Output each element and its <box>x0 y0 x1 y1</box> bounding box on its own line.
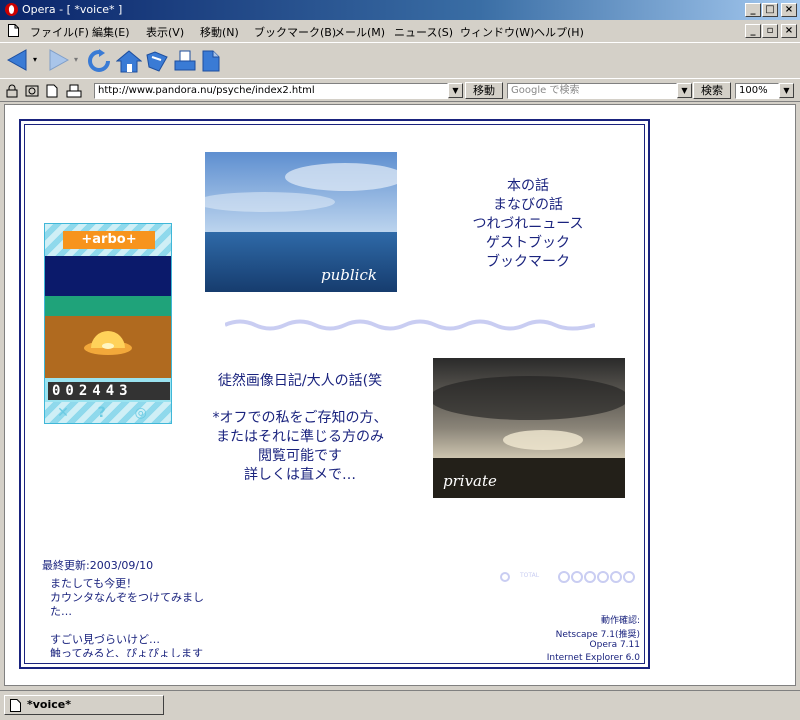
compat-title: 動作確認: <box>600 616 640 626</box>
menu-bookmarks[interactable]: ブックマーク(B) <box>254 24 336 40</box>
menu-bar: ファイル(F) 編集(E) 表示(V) 移動(N) ブックマーク(B) メール(… <box>0 20 800 42</box>
counter-bullet-icon <box>500 572 510 582</box>
diary-note-3: 閲覧可能です <box>258 448 342 464</box>
cookie-icon[interactable] <box>25 84 39 98</box>
counter-grass <box>45 296 171 316</box>
search-input[interactable]: Google で検索 <box>507 83 677 99</box>
page-info-icon[interactable] <box>46 84 58 98</box>
harbot-logo: +arbo+ <box>63 231 155 249</box>
url-input[interactable]: http://www.pandora.nu/psyche/index2.html <box>94 83 448 99</box>
mdi-close-button[interactable]: × <box>781 24 797 38</box>
diary-link[interactable]: 徒然画像日記/大人の話(笑 <box>195 370 405 390</box>
diary-note-2: またはそれに準じる方のみ <box>216 429 384 445</box>
wave-divider <box>225 319 595 331</box>
counter-controls[interactable]: ✕ ? ◎ <box>45 402 171 423</box>
forward-icon[interactable] <box>46 49 70 71</box>
menu-help[interactable]: ヘルプ(H) <box>534 24 584 40</box>
update-log-box[interactable]: 最終更新:2003/09/10 またしても今更！ カウンタなんぞをつけてみまし … <box>42 557 242 657</box>
menu-window[interactable]: ウィンドウ(W) <box>460 24 534 40</box>
search-engine-dropdown-icon[interactable]: ▼ <box>677 83 692 98</box>
tab-document-icon <box>10 699 21 712</box>
page-tab[interactable]: *voice* <box>4 695 164 715</box>
page-frame: +arbo+ 002443 ✕ ? ◎ publick 本の話 まなびの話 つれ… <box>19 119 650 669</box>
maximize-button[interactable]: □ <box>762 3 778 17</box>
compat-browser: Internet Explorer 6.0 <box>546 653 640 663</box>
tab-label: *voice* <box>27 698 71 711</box>
harbot-counter-widget[interactable]: +arbo+ 002443 ✕ ? ◎ <box>44 223 172 424</box>
menu-edit[interactable]: 編集(E) <box>92 24 130 40</box>
forward-dropdown-icon[interactable]: ▾ <box>74 55 78 64</box>
diary-note-1: *オフでの私をご存知の方、 <box>212 410 388 426</box>
diary-note-4: 詳しくは直メで… <box>244 467 356 483</box>
address-bar: http://www.pandora.nu/psyche/index2.html… <box>0 78 800 102</box>
counter-sky <box>45 256 171 296</box>
nav-link-news[interactable]: つれづれニュース <box>463 213 593 233</box>
zoom-dropdown-icon[interactable]: ▼ <box>779 83 794 98</box>
counter-digits: 002443 <box>48 382 170 400</box>
title-bar[interactable]: Opera - [ *voice* ] _ □ × <box>0 0 800 20</box>
compat-browser: Netscape 7.1(推奨) <box>555 630 640 640</box>
update-line: カウンタなんぞをつけてみまし <box>50 591 204 604</box>
public-caption: publick <box>321 266 377 284</box>
private-photo[interactable]: private <box>433 358 625 498</box>
home-icon[interactable] <box>116 49 142 73</box>
hotlist-icon[interactable] <box>145 49 169 73</box>
harbot-character-icon[interactable] <box>83 324 133 356</box>
compat-browser: Opera 7.11 <box>589 640 640 650</box>
reload-icon[interactable] <box>86 49 112 73</box>
nav-link-guestbook[interactable]: ゲストブック <box>463 232 593 252</box>
total-label: TOTAL <box>520 572 540 579</box>
url-dropdown-icon[interactable]: ▼ <box>448 83 463 98</box>
close-button[interactable]: × <box>781 3 797 17</box>
nav-link-books[interactable]: 本の話 <box>463 175 593 195</box>
new-page-icon[interactable] <box>201 49 221 73</box>
total-counter: TOTAL <box>500 571 640 583</box>
nav-link-learning[interactable]: まなびの話 <box>463 194 593 214</box>
update-line: た… <box>50 605 72 618</box>
back-icon[interactable] <box>6 49 30 71</box>
search-button[interactable]: 検索 <box>693 82 731 99</box>
document-icon <box>8 24 19 37</box>
mdi-restore-button[interactable]: ▫ <box>762 24 778 38</box>
mdi-minimize-button[interactable]: _ <box>745 24 761 38</box>
navigation-toolbar: ▾ ▾ <box>0 42 800 78</box>
page-frame-inner: +arbo+ 002443 ✕ ? ◎ publick 本の話 まなびの話 つれ… <box>24 124 645 664</box>
back-dropdown-icon[interactable]: ▾ <box>33 55 37 64</box>
public-photo[interactable]: publick <box>205 152 397 292</box>
go-button[interactable]: 移動 <box>465 82 503 99</box>
update-line: 触ってみると、ぴょぴょします <box>50 647 204 657</box>
menu-news[interactable]: ニュース(S) <box>394 24 453 40</box>
minimize-button[interactable]: _ <box>745 3 761 17</box>
zoom-select[interactable]: 100% <box>735 83 779 99</box>
menu-view[interactable]: 表示(V) <box>146 24 184 40</box>
print-icon[interactable] <box>174 49 196 73</box>
page-viewport[interactable]: +arbo+ 002443 ✕ ? ◎ publick 本の話 まなびの話 つれ… <box>4 104 796 686</box>
print-small-icon[interactable] <box>66 84 82 98</box>
last-updated: 最終更新:2003/09/10 <box>42 559 154 572</box>
window-title: Opera - [ *voice* ] <box>22 3 123 16</box>
menu-mail[interactable]: メール(M) <box>334 24 385 40</box>
menu-file[interactable]: ファイル(F) <box>30 24 89 40</box>
total-digits-icon <box>558 571 635 583</box>
private-caption: private <box>443 472 497 490</box>
nav-link-bookmarks[interactable]: ブックマーク <box>463 251 593 271</box>
status-bar: *voice* <box>0 690 800 720</box>
menu-go[interactable]: 移動(N) <box>200 24 239 40</box>
opera-logo-icon <box>5 3 18 16</box>
lock-icon[interactable] <box>5 84 19 98</box>
